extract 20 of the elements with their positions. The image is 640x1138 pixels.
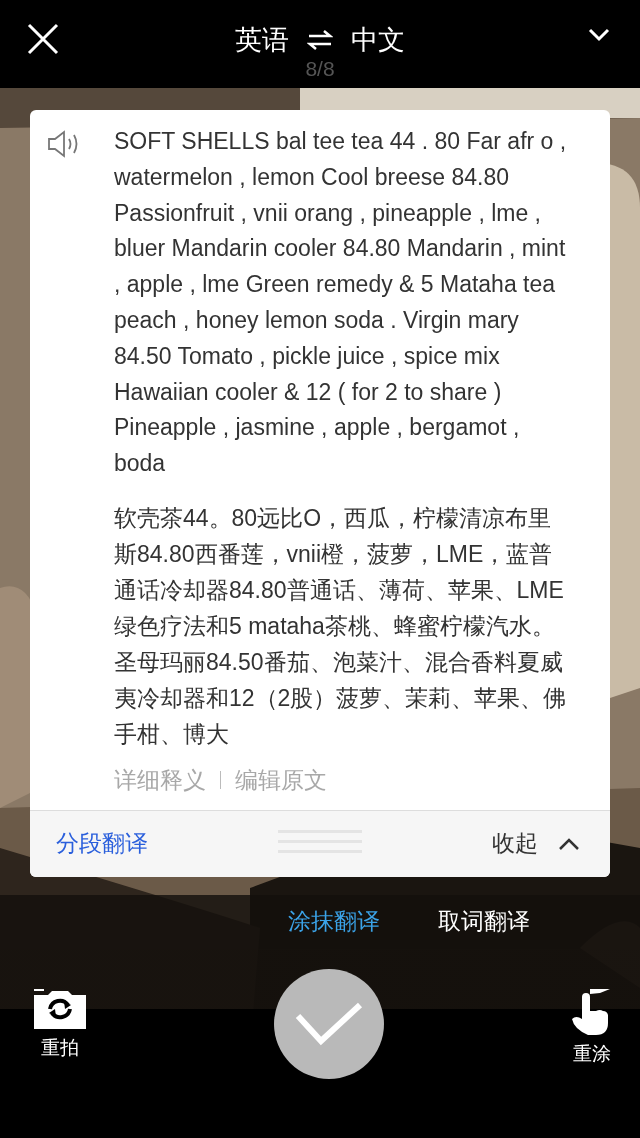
source-language[interactable]: 英语 — [235, 22, 289, 58]
page-counter: 8/8 — [305, 58, 335, 80]
dropdown-button[interactable] — [588, 28, 610, 42]
collapse-button[interactable]: 收起 — [492, 828, 580, 860]
camera-icon — [34, 988, 86, 1029]
target-language[interactable]: 中文 — [351, 22, 405, 58]
mode-tab[interactable]: 涂抹翻译 — [288, 906, 380, 938]
close-button[interactable] — [26, 22, 60, 56]
source-text: SOFT SHELLS bal tee tea 44 . 80 Far afr o , watermelon , lemon Cool breese 84.80 Passionfruit , vnii orang , pineapple , lme , bluer Mandarin cooler 84.80 Mandarin , mint , apple , lme Green remedy & 5 Mataha tea peach , honey lemon soda . Virgin mary 84.50 Tomato , pickle juice , spice mix Hawaiian cooler & 12 ( for 2 to share ) Pineapple , jasmine , apple , bergamot , boda — [114, 127, 568, 479]
repaint-button[interactable]: 重涂 — [572, 988, 612, 1067]
mode-tab[interactable]: 取词翻译 — [438, 906, 530, 938]
segment-translate-button[interactable]: 分段翻译 — [56, 828, 148, 860]
pointing-hand-icon — [572, 988, 612, 1035]
chevron-up-icon — [558, 836, 580, 851]
chevron-down-icon — [588, 28, 610, 42]
swap-icon[interactable] — [307, 28, 333, 52]
translation-text: 软壳茶44。80远比O，西瓜，柠檬清凉布里斯84.80西番莲，vnii橙，菠萝，LME，蓝普通话冷却器84.80普通话、薄荷、苹果、LME绿色疗法和5 mataha茶桃、蜂蜜柠檬汽水。圣母玛丽84.50番茄、泡菜汁、混合香料夏威夷冷却器和12（2股）菠萝、茉莉、苹果、佛手柑、博大 — [114, 503, 568, 749]
close-icon — [26, 22, 60, 56]
checkmark-icon — [295, 1001, 363, 1046]
retake-button[interactable]: 重拍 — [34, 988, 86, 1061]
